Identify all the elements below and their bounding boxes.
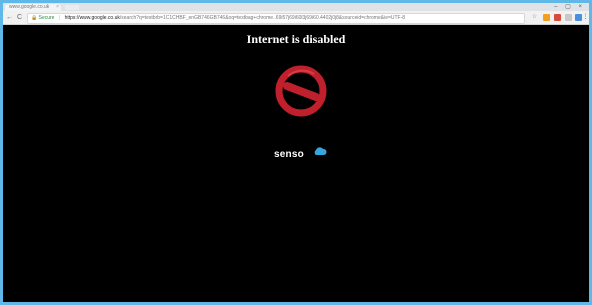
extension-icon[interactable] [575,14,582,21]
tab-strip: www.google.co.uk × – ▢ × [3,3,589,11]
url-host: https://www.google.co.uk [64,15,120,21]
extension-icon[interactable] [554,14,561,21]
address-bar[interactable]: 🔒 Secure | https://www.google.co.uk/sear… [27,13,525,24]
address-separator: | [58,15,61,21]
page-content: Internet is disabled senso [3,25,589,302]
lock-icon: 🔒 [31,15,38,21]
back-icon[interactable]: ← [6,11,13,24]
senso-logo: senso [274,144,334,160]
extension-icon[interactable] [543,14,550,21]
browser-window: www.google.co.uk × – ▢ × ← C 🔒 Secure | … [3,3,589,302]
new-tab-button[interactable] [65,5,79,10]
cloud-icon [314,147,327,155]
url-path: /search?q=testbrb=1C1CHBF_enGB746GB746&o… [119,15,406,21]
menu-icon[interactable]: ⋮ [582,14,589,21]
no-entry-icon [275,65,327,117]
secure-label: Secure [38,15,55,21]
browser-toolbar: ← C 🔒 Secure | https://www.google.co.uk/… [3,11,589,25]
logo-text: senso [274,149,304,160]
tab-close-icon[interactable]: × [56,4,59,11]
reload-icon[interactable]: C [17,11,22,24]
extension-icon[interactable] [565,14,572,21]
window-controls[interactable]: – ▢ × [554,3,585,11]
tab-title: www.google.co.uk [9,4,50,10]
browser-tab[interactable]: www.google.co.uk × [5,4,61,11]
page-title: Internet is disabled [246,32,346,46]
star-icon[interactable]: ☆ [531,14,538,21]
